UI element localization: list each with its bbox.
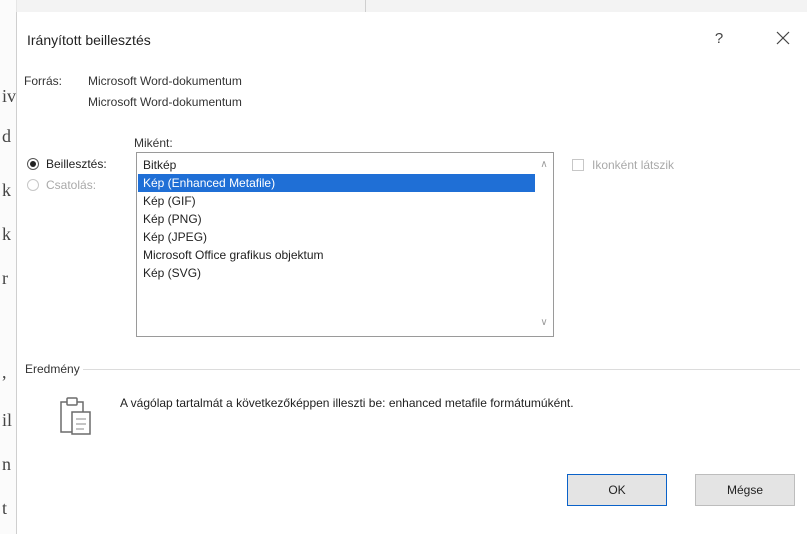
scroll-down-arrow-icon[interactable]: ∨	[535, 314, 553, 332]
paste-special-dialog: Irányított beillesztés ? Forrás: Microso…	[16, 12, 807, 534]
radio-circle	[27, 158, 39, 170]
close-icon	[776, 31, 790, 45]
source-label: Forrás:	[24, 74, 63, 88]
doc-glyph: il	[2, 410, 13, 430]
format-item[interactable]: Kép (PNG)	[138, 210, 202, 228]
background-document: iv d k k r , il n t	[0, 0, 17, 534]
format-listbox[interactable]: Bitkép Kép (Enhanced Metafile) Kép (GIF)…	[136, 152, 554, 337]
dialog-title: Irányított beillesztés	[27, 32, 151, 48]
as-label: Miként:	[134, 136, 173, 150]
doc-glyph: k	[2, 180, 11, 200]
clipboard-paste-icon	[59, 396, 95, 441]
format-item[interactable]: Bitkép	[138, 156, 176, 174]
ruler-mark	[365, 0, 366, 12]
result-legend: Eredmény	[25, 362, 83, 376]
display-as-icon-label: Ikonként látszik	[592, 158, 675, 172]
paste-radio[interactable]: Beillesztés:	[27, 157, 107, 171]
source-value-secondary: Microsoft Word-dokumentum	[88, 95, 242, 109]
close-button[interactable]	[771, 26, 795, 50]
format-item[interactable]: Kép (GIF)	[138, 192, 196, 210]
format-item[interactable]: Kép (JPEG)	[138, 228, 207, 246]
result-description: A vágólap tartalmát a következőképpen il…	[120, 396, 574, 410]
doc-glyph: ,	[2, 362, 7, 382]
link-radio[interactable]: Csatolás:	[27, 178, 96, 192]
format-item-selected[interactable]: Kép (Enhanced Metafile)	[138, 174, 535, 192]
paste-radio-label: Beillesztés:	[46, 157, 107, 171]
doc-glyph: iv	[2, 86, 17, 106]
scroll-up-arrow-icon[interactable]: ∧	[535, 156, 553, 174]
radio-circle	[27, 179, 39, 191]
result-group-divider	[80, 369, 800, 370]
link-radio-label: Csatolás:	[46, 178, 97, 192]
radio-dot	[30, 161, 36, 167]
source-value: Microsoft Word-dokumentum	[88, 74, 242, 88]
help-button[interactable]: ?	[710, 30, 728, 50]
ok-button[interactable]: OK	[567, 474, 667, 506]
format-item[interactable]: Microsoft Office grafikus objektum	[138, 246, 324, 264]
doc-glyph: r	[2, 268, 8, 288]
format-item[interactable]: Kép (SVG)	[138, 264, 201, 282]
doc-glyph: d	[2, 126, 11, 146]
doc-glyph: k	[2, 224, 11, 244]
checkbox-box	[572, 159, 584, 171]
doc-glyph: n	[2, 454, 11, 474]
doc-glyph: t	[2, 498, 8, 518]
display-as-icon-checkbox[interactable]: Ikonként látszik	[572, 158, 674, 172]
cancel-button[interactable]: Mégse	[695, 474, 795, 506]
